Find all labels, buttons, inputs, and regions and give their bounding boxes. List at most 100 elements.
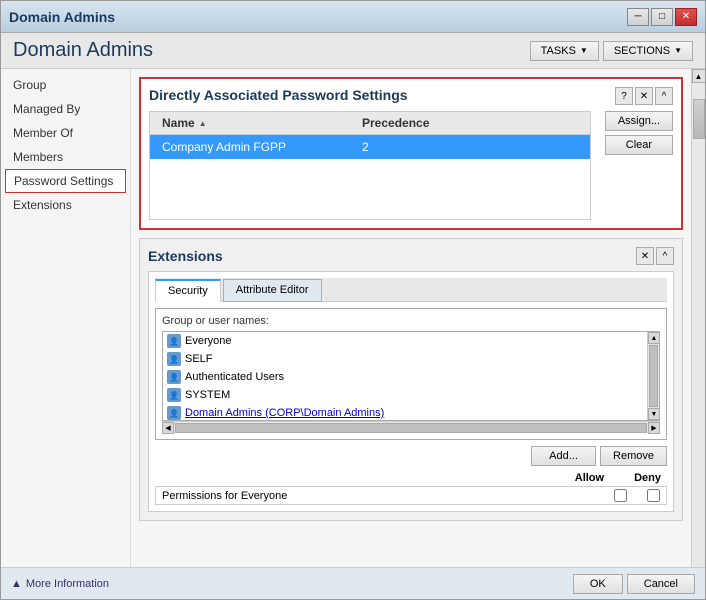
scroll-down-arrow[interactable]: ▼ <box>648 408 660 420</box>
extensions-inner: Security Attribute Editor Group or user … <box>148 271 674 512</box>
sidebar-item-extensions[interactable]: Extensions <box>1 193 130 217</box>
permissions-header: Allow Deny <box>155 472 667 484</box>
user-name: Everyone <box>185 335 231 347</box>
assign-button[interactable]: Assign... <box>605 111 673 131</box>
allow-checkbox[interactable] <box>614 489 627 502</box>
sidebar: Group Managed By Member Of Members Passw… <box>1 69 131 567</box>
deny-header: Deny <box>634 472 661 484</box>
more-info-label: More Information <box>26 578 109 590</box>
permission-checkboxes <box>614 489 660 502</box>
precedence-column-header: Precedence <box>354 114 437 132</box>
user-name: SYSTEM <box>185 389 230 401</box>
clear-button[interactable]: Clear <box>605 135 673 155</box>
scroll-thumb[interactable] <box>693 99 705 139</box>
scroll-thumb[interactable] <box>649 345 658 407</box>
horiz-scrollbar: ◀ ▶ <box>162 421 660 433</box>
extensions-title: Extensions <box>148 248 223 264</box>
extensions-collapse-icon[interactable]: ^ <box>656 247 674 265</box>
tasks-button[interactable]: TASKS ▼ <box>530 41 599 61</box>
password-settings-section: Directly Associated Password Settings ? … <box>139 77 683 230</box>
list-item[interactable]: 👤 SYSTEM <box>163 386 647 404</box>
password-side-buttons: Assign... Clear <box>605 111 673 220</box>
user-icon: 👤 <box>167 406 181 420</box>
deny-checkbox[interactable] <box>647 489 660 502</box>
table-header: Name ▲ Precedence <box>150 112 590 135</box>
user-name: Domain Admins (CORP\Domain Admins) <box>185 407 384 419</box>
main-scrollbar: ▲ <box>691 69 705 567</box>
collapse-icon[interactable]: ^ <box>655 87 673 105</box>
sidebar-item-member-of[interactable]: Member Of <box>1 121 130 145</box>
sidebar-item-managed-by[interactable]: Managed By <box>1 97 130 121</box>
name-cell: Company Admin FGPP <box>154 138 354 156</box>
allow-header: Allow <box>575 472 604 484</box>
user-name: SELF <box>185 353 213 365</box>
sort-arrow-icon: ▲ <box>199 119 207 128</box>
close-icon[interactable]: ✕ <box>635 87 653 105</box>
remove-button[interactable]: Remove <box>600 446 667 466</box>
help-icon[interactable]: ? <box>615 87 633 105</box>
extensions-close-icon[interactable]: ✕ <box>636 247 654 265</box>
sections-button[interactable]: SECTIONS ▼ <box>603 41 693 61</box>
tabs-container: Security Attribute Editor <box>155 278 667 302</box>
add-button[interactable]: Add... <box>531 446 596 466</box>
user-icon: 👤 <box>167 388 181 402</box>
scroll-left-arrow[interactable]: ◀ <box>162 422 174 434</box>
user-list-content: 👤 Everyone 👤 SELF 👤 Authenticated Users <box>163 332 647 420</box>
main-window: Domain Admins ─ □ ✕ Domain Admins TASKS … <box>0 0 706 600</box>
table-empty-space <box>150 159 590 219</box>
list-item[interactable]: 👤 Domain Admins (CORP\Domain Admins) <box>163 404 647 420</box>
footer-info: ▲ More Information <box>11 578 109 590</box>
maximize-button[interactable]: □ <box>651 8 673 26</box>
sidebar-item-password-settings[interactable]: Password Settings <box>5 169 126 193</box>
list-item[interactable]: 👤 Everyone <box>163 332 647 350</box>
minimize-button[interactable]: ─ <box>627 8 649 26</box>
extensions-section: Extensions ✕ ^ Security Attribute Editor <box>139 238 683 521</box>
footer-bar: ▲ More Information OK Cancel <box>1 567 705 599</box>
add-remove-buttons: Add... Remove <box>155 446 667 466</box>
list-item[interactable]: 👤 SELF <box>163 350 647 368</box>
horiz-scroll-thumb[interactable] <box>175 423 647 433</box>
permissions-row: Permissions for Everyone <box>155 486 667 505</box>
password-settings-icons: ? ✕ ^ <box>615 87 673 105</box>
user-name: Authenticated Users <box>185 371 284 383</box>
sections-dropdown-arrow: ▼ <box>674 46 682 55</box>
tasks-dropdown-arrow: ▼ <box>580 46 588 55</box>
password-table: Name ▲ Precedence Company Admin FGPP 2 <box>149 111 591 220</box>
ok-button[interactable]: OK <box>573 574 623 594</box>
cancel-button[interactable]: Cancel <box>627 574 695 594</box>
window-title: Domain Admins <box>9 9 115 25</box>
scroll-up-button[interactable]: ▲ <box>692 69 706 83</box>
content-area: Group Managed By Member Of Members Passw… <box>1 69 705 567</box>
chevron-up-icon: ▲ <box>11 578 22 590</box>
password-table-wrapper: Name ▲ Precedence Company Admin FGPP 2 <box>149 111 591 220</box>
sidebar-item-group[interactable]: Group <box>1 73 130 97</box>
permissions-label: Permissions for Everyone <box>162 490 614 502</box>
user-icon: 👤 <box>167 370 181 384</box>
list-item[interactable]: 👤 Authenticated Users <box>163 368 647 386</box>
title-bar: Domain Admins ─ □ ✕ <box>1 1 705 33</box>
password-settings-title: Directly Associated Password Settings <box>149 87 408 103</box>
name-column-header: Name ▲ <box>154 114 354 132</box>
close-button[interactable]: ✕ <box>675 8 697 26</box>
main-panel: Directly Associated Password Settings ? … <box>131 69 691 567</box>
footer-buttons: OK Cancel <box>573 574 695 594</box>
header-bar: Domain Admins TASKS ▼ SECTIONS ▼ <box>1 33 705 69</box>
group-box-title: Group or user names: <box>162 315 660 327</box>
precedence-cell: 2 <box>354 138 377 156</box>
scroll-right-arrow[interactable]: ▶ <box>648 422 660 434</box>
extensions-icons: ✕ ^ <box>636 247 674 265</box>
scroll-up-arrow[interactable]: ▲ <box>648 332 660 344</box>
user-list-scrollbar: ▲ ▼ <box>647 332 659 420</box>
user-list: 👤 Everyone 👤 SELF 👤 Authenticated Users <box>162 331 660 421</box>
extensions-header: Extensions ✕ ^ <box>148 247 674 265</box>
user-icon: 👤 <box>167 352 181 366</box>
tab-security[interactable]: Security <box>155 279 221 302</box>
permissions-section: Allow Deny Permissions for Everyone <box>155 472 667 505</box>
sidebar-item-members[interactable]: Members <box>1 145 130 169</box>
tab-attribute-editor[interactable]: Attribute Editor <box>223 279 322 302</box>
password-settings-header: Directly Associated Password Settings ? … <box>149 87 673 111</box>
window-controls: ─ □ ✕ <box>627 8 697 26</box>
table-row[interactable]: Company Admin FGPP 2 <box>150 135 590 159</box>
password-settings-content: Name ▲ Precedence Company Admin FGPP 2 <box>149 111 673 220</box>
page-title: Domain Admins <box>13 39 153 62</box>
